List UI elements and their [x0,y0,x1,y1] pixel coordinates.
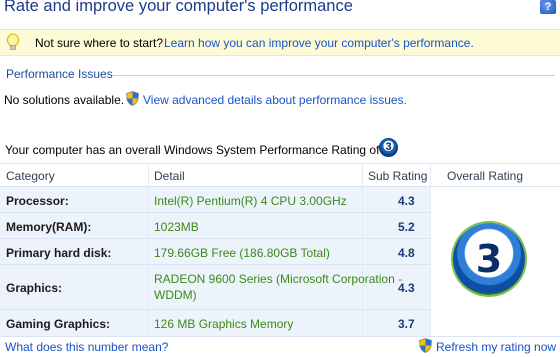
table-row: Memory(RAM): 1023MB 5.2 [0,213,430,239]
page-title: Rate and improve your computer's perform… [4,0,353,15]
detail-cell: 126 MB Graphics Memory [154,317,294,331]
header-overall-rating: Overall Rating [447,169,524,183]
improve-performance-link[interactable]: Learn how you can improve your computer'… [164,36,474,50]
no-solutions-text: No solutions available. [4,93,125,107]
tip-bar: Not sure where to start? Learn how you c… [0,29,560,56]
header-sub-rating: Sub Rating [368,169,428,183]
uac-shield-icon [419,338,432,353]
header-category: Category [6,169,55,183]
sub-rating-cell: 4.3 [398,194,415,208]
table-header: Category Detail Sub Rating Overall Ratin… [0,163,560,187]
header-detail: Detail [154,169,185,183]
category-cell: Primary hard disk: [6,246,112,260]
tip-lead-text: Not sure where to start? [35,36,164,50]
section-divider [112,75,555,76]
category-cell: Graphics: [6,281,63,295]
category-cell: Processor: [6,194,69,208]
detail-cell: 1023MB [154,220,199,234]
performance-issues-heading: Performance Issues [6,67,113,81]
footer-divider [0,336,560,337]
table-row: Processor: Intel(R) Pentium(R) 4 CPU 3.0… [0,187,430,213]
table-row: Graphics: RADEON 9600 Series (Microsoft … [0,265,430,310]
help-icon[interactable]: ? [540,0,556,14]
advanced-details-link[interactable]: View advanced details about performance … [143,93,407,107]
detail-cell-line1: RADEON 9600 Series (Microsoft Corporatio… [154,272,403,286]
sub-rating-cell: 4.3 [398,281,415,295]
detail-cell-line2: WDDM) [154,288,197,302]
refresh-rating-link[interactable]: Refresh my rating now [436,340,556,354]
sub-rating-cell: 3.7 [398,317,415,331]
category-cell: Gaming Graphics: [6,317,111,331]
detail-cell: Intel(R) Pentium(R) 4 CPU 3.00GHz [154,194,347,208]
table-row: Gaming Graphics: 126 MB Graphics Memory … [0,310,430,336]
lightbulb-icon [7,33,19,50]
column-separator [430,163,431,336]
uac-shield-icon [126,91,139,106]
table-row: Primary hard disk: 179.66GB Free (186.80… [0,239,430,265]
detail-cell: 179.66GB Free (186.80GB Total) [154,246,330,260]
rating-badge-small: 3 [379,138,398,157]
category-cell: Memory(RAM): [6,220,92,234]
overall-rating-badge: 3 [453,223,525,295]
sub-rating-cell: 4.8 [398,246,415,260]
rating-summary: Your computer has an overall Windows Sys… [5,143,380,157]
sub-rating-cell: 5.2 [398,220,415,234]
what-does-this-mean-link[interactable]: What does this number mean? [5,340,168,354]
